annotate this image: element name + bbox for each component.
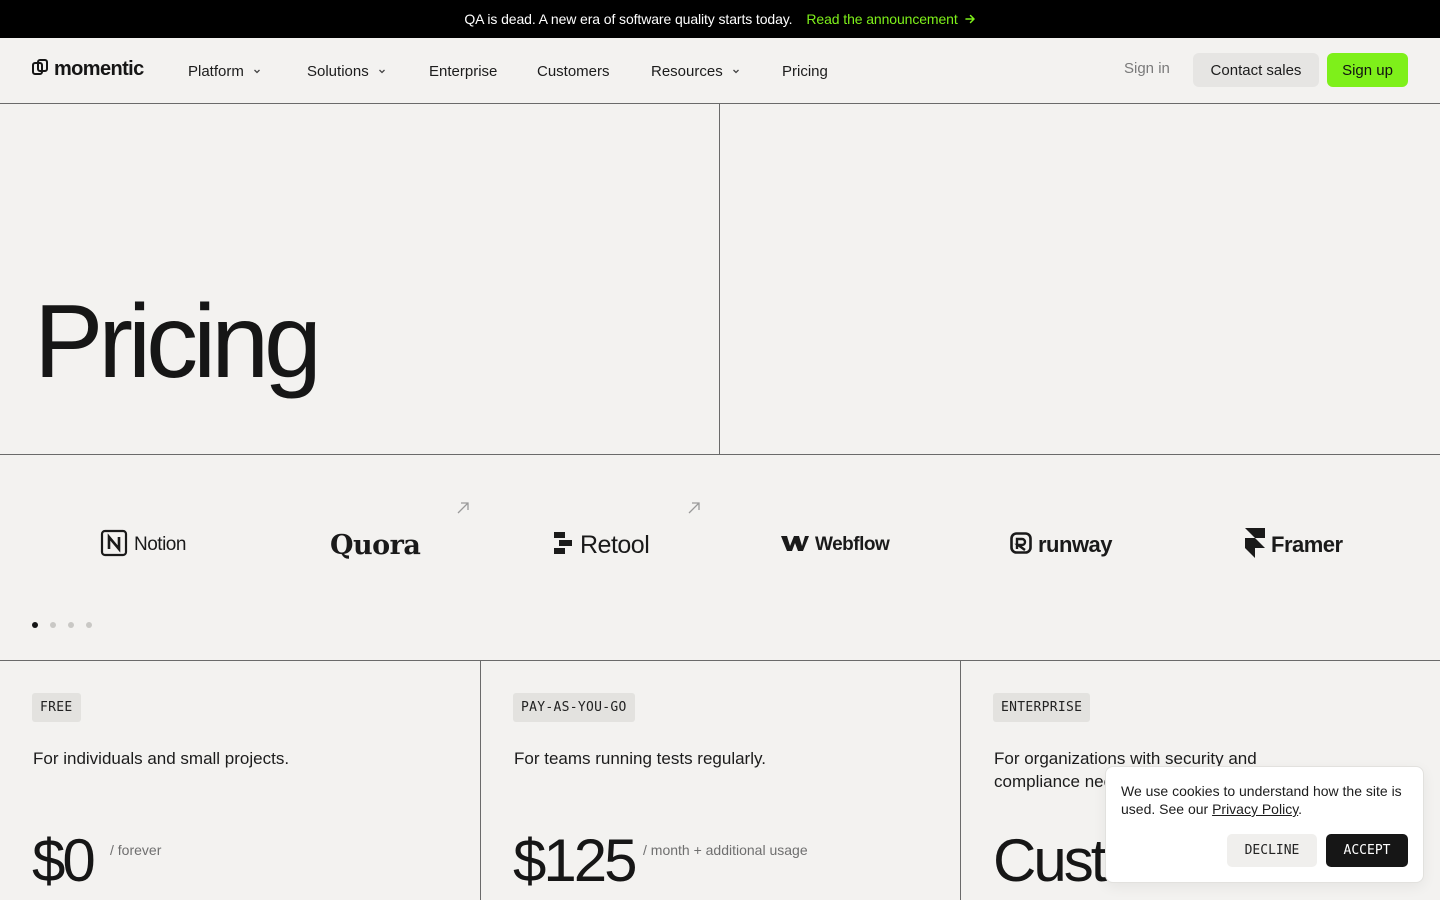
chevron-down-icon [377,66,387,76]
framer-logo-icon [1245,527,1265,563]
carousel-dot[interactable] [68,622,74,628]
nav-item-resources[interactable]: Resources [651,63,741,80]
carousel-pagination [32,622,92,628]
accept-cookies-button[interactable]: ACCEPT [1326,834,1408,867]
plan-description: For teams running tests regularly. [514,749,766,768]
external-link-icon [687,501,701,520]
carousel-dot[interactable] [50,622,56,628]
customer-logo-retool[interactable]: Retool [554,525,650,565]
plan-tag: PAY-AS-YOU-GO [513,693,635,722]
announcement-link-label: Read the announcement [806,11,958,27]
hero-divider [719,104,720,454]
customer-logos-carousel: Notion Quora Retool Webflow runway Frame… [0,455,1440,661]
plan-price: $125 [513,827,637,894]
nav-item-platform[interactable]: Platform [188,63,262,80]
webflow-logo-icon [781,534,809,557]
runway-logo-icon [1010,531,1032,559]
hero-section: Pricing [0,104,1440,455]
plan-price: $0 [32,827,96,894]
plan-card-free: FREE For individuals and small projects.… [0,661,480,900]
notion-logo-icon [100,529,128,562]
plan-price-unit: / forever [110,842,162,858]
arrow-right-icon [964,13,976,25]
nav-item-customers[interactable]: Customers [537,63,610,80]
logo-text: momentic [54,58,144,80]
momentic-logo-icon [32,59,48,80]
momentic-logo[interactable]: momentic [32,58,144,81]
sign-up-button[interactable]: Sign up [1327,53,1408,87]
nav-item-label: Resources [651,62,723,80]
cookie-banner: We use cookies to understand how the sit… [1105,766,1424,883]
plan-card-pay-as-you-go: PAY-AS-YOU-GO For teams running tests re… [480,661,960,900]
nav-item-label: Customers [537,62,610,80]
carousel-dot[interactable] [86,622,92,628]
customer-logo-runway[interactable]: runway [1010,525,1113,565]
carousel-dot[interactable] [32,622,38,628]
customer-logo-label: Notion [134,534,186,555]
customer-logo-label: Retool [580,530,650,559]
nav-item-label: Solutions [307,62,369,80]
customer-logo-framer[interactable]: Framer [1245,525,1343,565]
customer-logo-label: Framer [1271,532,1343,557]
top-nav: momentic Platform Solutions Enterprise C… [0,38,1440,104]
nav-item-enterprise[interactable]: Enterprise [429,63,497,80]
retool-logo-icon [554,531,574,559]
sign-in-link[interactable]: Sign in [1124,60,1170,77]
cookie-message: We use cookies to understand how the sit… [1121,782,1416,818]
decline-cookies-button[interactable]: DECLINE [1227,834,1317,867]
external-link-icon [456,501,470,520]
customer-logo-label: runway [1038,532,1113,557]
plan-tag: ENTERPRISE [993,693,1091,722]
cookie-text-suffix: . [1298,801,1303,817]
nav-item-pricing[interactable]: Pricing [782,63,828,80]
plan-tag: FREE [32,693,81,722]
customer-logo-notion[interactable]: Notion [100,525,186,565]
nav-item-label: Pricing [782,62,828,80]
customer-logo-quora[interactable]: Quora [330,525,421,565]
contact-sales-button[interactable]: Contact sales [1193,53,1319,87]
plan-description: For individuals and small projects. [33,749,290,768]
announcement-bar: QA is dead. A new era of software qualit… [0,0,1440,38]
privacy-policy-link[interactable]: Privacy Policy [1212,801,1298,817]
nav-item-solutions[interactable]: Solutions [307,63,387,80]
nav-item-label: Platform [188,62,244,80]
announcement-text: QA is dead. A new era of software qualit… [464,11,793,27]
customer-logo-webflow[interactable]: Webflow [781,525,890,565]
chevron-down-icon [731,66,741,76]
customer-logo-label: Quora [330,529,421,561]
plan-price-unit: / month + additional usage [643,842,808,858]
customer-logo-label: Webflow [815,534,890,555]
chevron-down-icon [252,66,262,76]
page-title: Pricing [34,284,322,400]
announcement-link[interactable]: Read the announcement [806,11,975,27]
nav-item-label: Enterprise [429,62,498,80]
